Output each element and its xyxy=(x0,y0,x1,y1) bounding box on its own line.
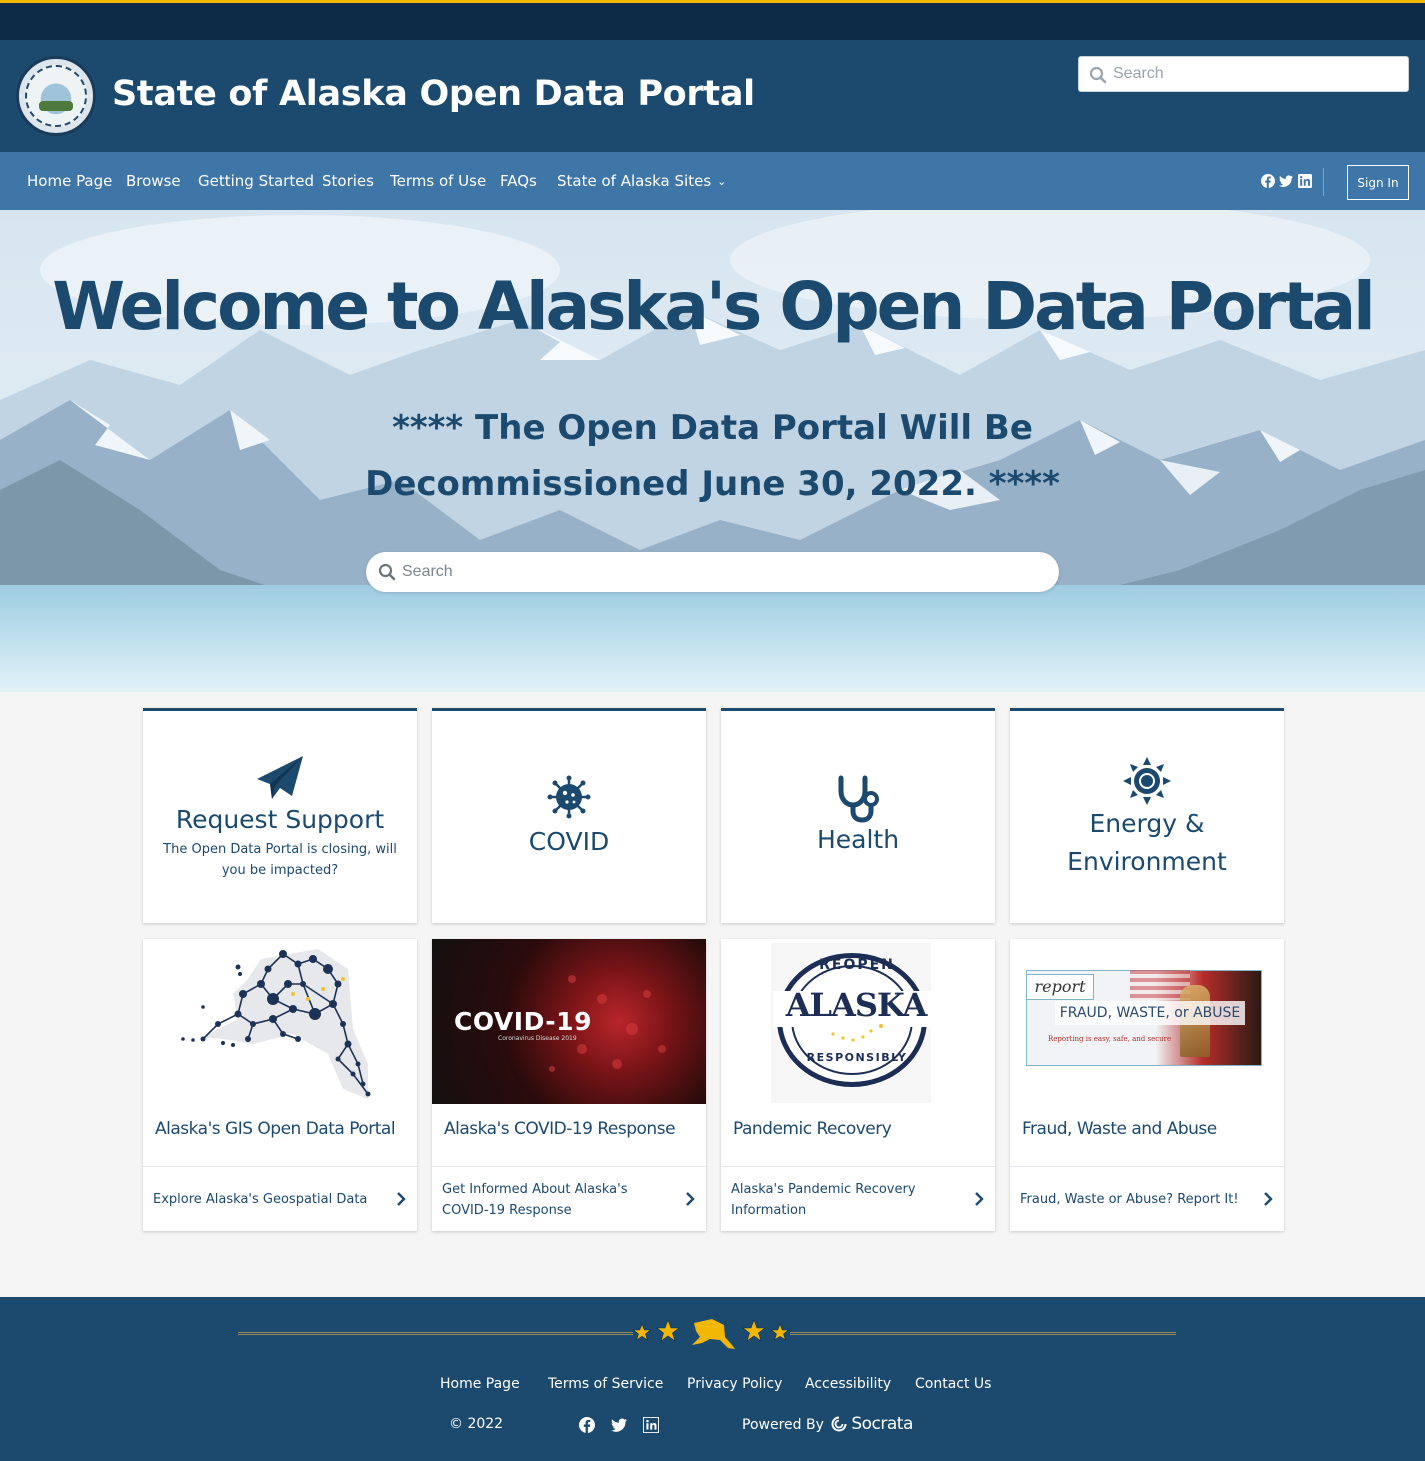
fraud-banner-title: FRAUD, WASTE, or ABUSE xyxy=(1055,1001,1245,1025)
nav-item-state-sites[interactable]: State of Alaska Sites ⌄ xyxy=(557,152,726,210)
alaska-network-map-image xyxy=(143,939,417,1104)
hero-search-box[interactable] xyxy=(366,552,1059,592)
stethoscope-icon xyxy=(721,775,995,827)
fraud-banner-subtitle: Reporting is easy, safe, and secure xyxy=(1048,1035,1172,1043)
linkedin-icon[interactable] xyxy=(643,1417,659,1433)
card-link[interactable]: Fraud, Waste or Abuse? Report It! xyxy=(1020,1167,1250,1232)
socrata-brand: Socrata xyxy=(851,1414,913,1434)
twitter-icon[interactable] xyxy=(611,1417,627,1433)
chevron-right-icon[interactable] xyxy=(395,1191,407,1207)
category-tile-request-support[interactable]: Request Support The Open Data Portal is … xyxy=(143,708,417,923)
nav-item-home-page[interactable]: Home Page xyxy=(27,152,112,210)
footer-link-contact-us[interactable]: Contact Us xyxy=(915,1376,991,1392)
nav-item-stories[interactable]: Stories xyxy=(322,152,374,210)
badge-stars xyxy=(831,1024,883,1042)
card-link[interactable]: Alaska's Pandemic Recovery Information xyxy=(731,1167,961,1232)
footer-link-privacy-policy[interactable]: Privacy Policy xyxy=(687,1376,782,1392)
alaska-stars-emblem-icon xyxy=(632,1319,790,1349)
feature-card-fraud-waste-abuse[interactable]: report FRAUD, WASTE, or ABUSE Reporting … xyxy=(1010,939,1284,1231)
site-title[interactable]: State of Alaska Open Data Portal xyxy=(112,74,755,114)
feature-card-gis-portal[interactable]: Alaska's GIS Open Data Portal Explore Al… xyxy=(143,939,417,1231)
nav-item-browse[interactable]: Browse xyxy=(126,152,181,210)
card-footer[interactable]: Get Informed About Alaska's COVID-19 Res… xyxy=(432,1166,706,1231)
nav-item-faqs[interactable]: FAQs xyxy=(500,152,537,210)
feature-card-covid-response[interactable]: COVID-19 Coronavirus Disease 2019 Alaska… xyxy=(432,939,706,1231)
chevron-right-icon[interactable] xyxy=(684,1191,696,1207)
category-label: COVID xyxy=(528,827,610,856)
category-tile-covid[interactable]: COVID xyxy=(432,708,706,923)
seal-landscape xyxy=(39,101,73,111)
header-search-input[interactable] xyxy=(1113,57,1403,91)
state-seal-logo[interactable] xyxy=(16,56,96,136)
card-title: Alaska's GIS Open Data Portal xyxy=(155,1119,396,1139)
fraud-banner-tag: report xyxy=(1026,974,1094,1000)
chevron-right-icon[interactable] xyxy=(1262,1191,1274,1207)
footer-link-home-page[interactable]: Home Page xyxy=(440,1376,520,1392)
sun-icon xyxy=(1010,757,1284,809)
card-title: Pandemic Recovery xyxy=(733,1119,892,1139)
linkedin-icon[interactable] xyxy=(1298,174,1312,188)
footer-ornament-line-left xyxy=(238,1332,633,1335)
card-footer[interactable]: Alaska's Pandemic Recovery Information xyxy=(721,1166,995,1231)
feature-card-pandemic-recovery[interactable]: REOPEN ALASKA RESPONSIBLY Pandemic Recov… xyxy=(721,939,995,1231)
facebook-icon[interactable] xyxy=(1261,174,1275,188)
nav-item-state-sites-label: State of Alaska Sites xyxy=(557,172,712,190)
decommission-notice: **** The Open Data Portal Will Be Decomm… xyxy=(365,408,1060,504)
nav-item-terms-of-use[interactable]: Terms of Use xyxy=(390,152,486,210)
reopen-alaska-badge-image: REOPEN ALASKA RESPONSIBLY xyxy=(721,939,995,1104)
site-header: State of Alaska Open Data Portal xyxy=(0,40,1425,152)
covid-banner-title: COVID-19 xyxy=(454,1007,592,1036)
card-footer[interactable]: Fraud, Waste or Abuse? Report It! xyxy=(1010,1166,1284,1231)
powered-by[interactable]: Powered By Socrata xyxy=(742,1414,913,1434)
search-icon xyxy=(378,563,396,581)
card-link[interactable]: Explore Alaska's Geospatial Data xyxy=(153,1167,383,1232)
hero-banner: Welcome to Alaska's Open Data Portal ***… xyxy=(0,210,1425,692)
nav-divider xyxy=(1323,168,1324,196)
facebook-icon[interactable] xyxy=(579,1417,595,1433)
header-search-box[interactable] xyxy=(1078,56,1409,92)
paper-plane-icon xyxy=(143,755,417,805)
main-nav: Home Page Browse Getting Started Stories… xyxy=(0,152,1425,210)
socrata-logo-icon xyxy=(831,1416,847,1432)
virus-icon xyxy=(432,775,706,823)
site-footer: Home Page Terms of Service Privacy Polic… xyxy=(0,1297,1425,1461)
hero-title: Welcome to Alaska's Open Data Portal xyxy=(52,268,1376,345)
top-bar xyxy=(0,0,1425,40)
powered-by-label: Powered By xyxy=(742,1417,824,1433)
covid-19-virus-image: COVID-19 Coronavirus Disease 2019 xyxy=(432,939,706,1104)
covid-banner-subtitle: Coronavirus Disease 2019 xyxy=(498,1035,577,1042)
footer-link-accessibility[interactable]: Accessibility xyxy=(805,1376,891,1392)
footer-copyright: © 2022 xyxy=(449,1416,504,1432)
card-title: Fraud, Waste and Abuse xyxy=(1022,1119,1217,1139)
footer-ornament-line-right xyxy=(790,1332,1176,1335)
footer-link-terms-of-service[interactable]: Terms of Service xyxy=(548,1376,663,1392)
report-fraud-banner-image: report FRAUD, WASTE, or ABUSE Reporting … xyxy=(1010,939,1284,1104)
chevron-down-icon: ⌄ xyxy=(717,175,727,188)
category-label: Health xyxy=(816,825,900,854)
category-tile-energy-environment[interactable]: Energy & Environment xyxy=(1010,708,1284,923)
nav-item-getting-started[interactable]: Getting Started xyxy=(198,152,314,210)
hero-search-input[interactable] xyxy=(402,552,1042,592)
category-description: The Open Data Portal is closing, will yo… xyxy=(163,842,397,878)
category-label: Energy & Environment xyxy=(1067,809,1227,876)
search-icon xyxy=(1089,66,1107,84)
twitter-icon[interactable] xyxy=(1279,174,1293,188)
chevron-right-icon[interactable] xyxy=(973,1191,985,1207)
category-label: Request Support xyxy=(175,805,385,834)
sign-in-button[interactable]: Sign In xyxy=(1347,165,1409,200)
card-footer[interactable]: Explore Alaska's Geospatial Data xyxy=(143,1166,417,1231)
category-tile-health[interactable]: Health xyxy=(721,708,995,923)
card-title: Alaska's COVID-19 Response xyxy=(444,1119,676,1139)
seal-ring xyxy=(25,65,87,127)
card-link[interactable]: Get Informed About Alaska's COVID-19 Res… xyxy=(442,1167,672,1232)
